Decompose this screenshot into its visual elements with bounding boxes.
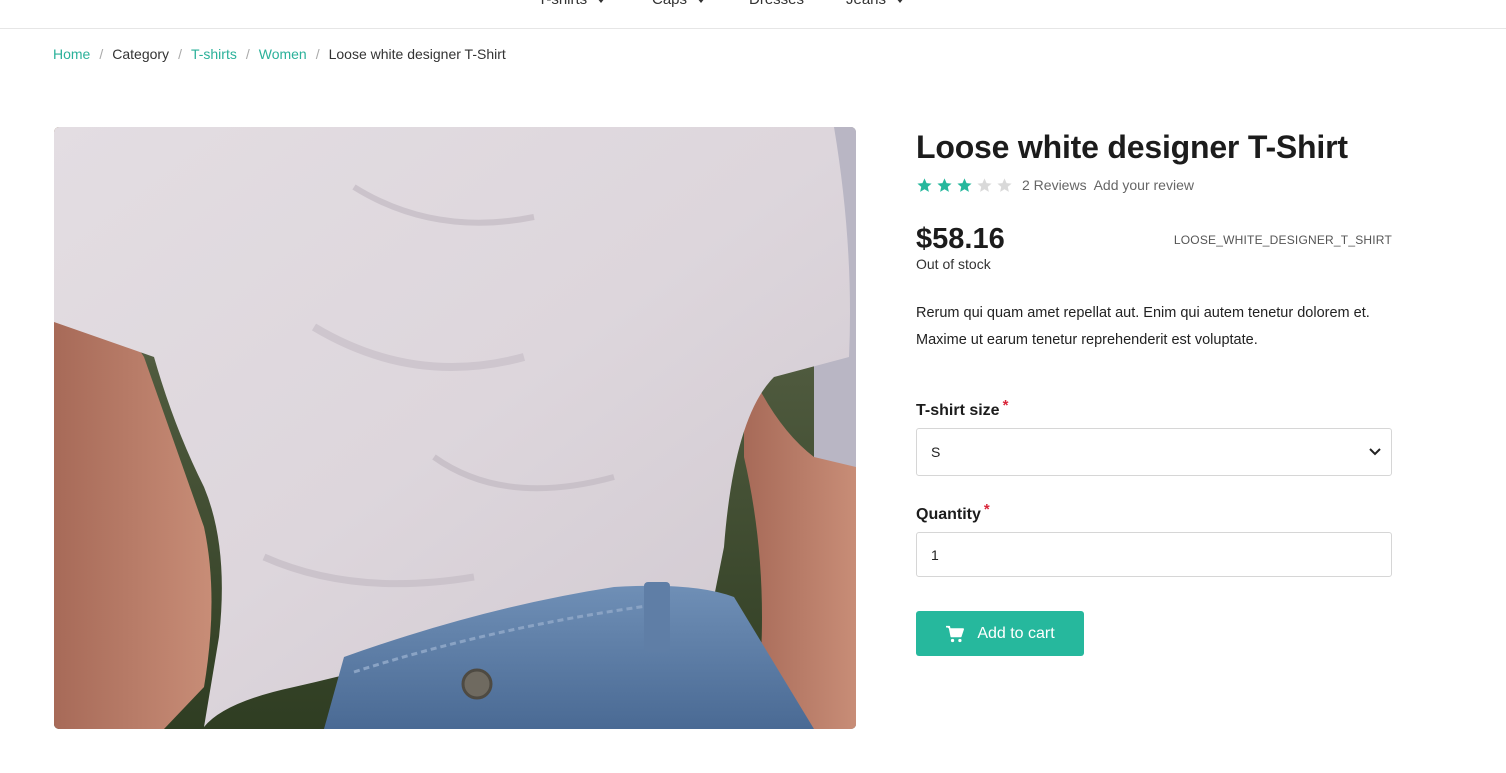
add-to-cart-label: Add to cart [977,624,1055,642]
product-title: Loose white designer T-Shirt [916,129,1348,165]
rating-row: 2 Reviews Add your review [916,175,1392,195]
chevron-down-icon [697,0,706,3]
breadcrumb-separator: / [99,46,104,62]
quantity-input[interactable]: 1 [916,532,1392,577]
breadcrumb-separator: / [178,46,182,62]
quantity-label-text: Quantity [916,506,981,523]
star-icon [977,177,992,192]
star-icon [957,177,972,192]
breadcrumb-home-link[interactable]: Home [53,46,90,62]
size-field-label: T-shirt size * [916,397,1392,420]
chevron-down-icon [1369,448,1381,456]
chevron-down-icon [597,0,606,3]
star-rating [916,177,1013,194]
breadcrumb-women-link[interactable]: Women [259,46,307,62]
size-select[interactable]: S [916,428,1392,476]
required-mark: * [1002,397,1009,414]
breadcrumb: Home / Category / T-shirts / Women / Loo… [53,46,506,62]
star-icon [937,177,952,192]
reviews-count[interactable]: 2 Reviews [1022,177,1087,193]
breadcrumb-category: Category [112,46,170,62]
product-description: Rerum qui quam amet repellat aut. Enim q… [916,305,1370,348]
quantity-field-label: Quantity * [916,501,1392,524]
breadcrumb-separator: / [315,46,320,62]
nav-item-jeans[interactable]: Jeans [846,0,905,8]
nav-item-label: Dresses [749,0,804,8]
chevron-down-icon [896,0,905,3]
star-icon [997,177,1012,192]
top-navigation: T-shirts Caps Dresses Jeans [0,0,1506,29]
breadcrumb-separator: / [245,46,250,62]
product-info-panel: Loose white designer T-Shirt 2 Reviews A… [916,127,1392,656]
breadcrumb-current: Loose white designer T-Shirt [328,46,506,62]
nav-item-dresses[interactable]: Dresses [749,0,804,8]
add-review-link[interactable]: Add your review [1094,177,1194,193]
nav-item-label: Jeans [846,0,886,8]
nav-item-tshirts[interactable]: T-shirts [538,0,606,8]
star-icon [917,177,932,192]
size-label-text: T-shirt size [916,402,1000,419]
nav-item-label: Caps [652,0,687,8]
product-image [54,127,856,729]
price-row: $58.16 LOOSE_WHITE_DESIGNER_T_SHIRT [916,223,1392,259]
product-price: $58.16 [916,223,1005,255]
quantity-input-value: 1 [931,546,939,563]
add-to-cart-button[interactable]: Add to cart [916,611,1084,656]
required-mark: * [983,501,990,518]
shopping-cart-icon [946,625,965,642]
nav-item-caps[interactable]: Caps [652,0,706,8]
product-sku: LOOSE_WHITE_DESIGNER_T_SHIRT [1173,233,1392,247]
stock-status: Out of stock [916,256,991,272]
breadcrumb-tshirts-link[interactable]: T-shirts [191,46,237,62]
nav-item-label: T-shirts [538,0,587,8]
size-select-value: S [931,444,941,460]
